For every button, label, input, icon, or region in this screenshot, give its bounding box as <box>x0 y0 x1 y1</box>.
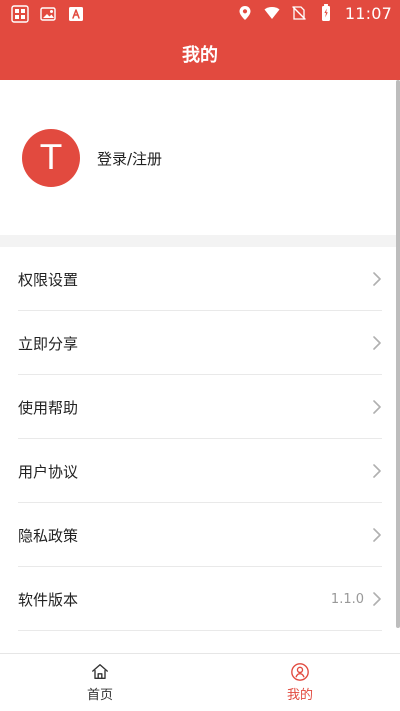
menu-item-label: 隐私政策 <box>18 526 79 545</box>
nav-mine-label: 我的 <box>286 688 313 703</box>
bottom-navigation: 首页 我的 <box>0 653 400 711</box>
nav-mine[interactable]: 我的 <box>200 654 400 711</box>
chevron-right-icon <box>372 527 382 543</box>
menu-item-actions <box>372 335 382 351</box>
version-number: 1.1.0 <box>330 591 364 607</box>
chevron-right-icon <box>372 335 382 351</box>
home-icon <box>90 662 110 682</box>
settings-menu-list: 权限设置 立即分享 使用帮助 用户协议 隐私政策 软件版本 1.1.0 <box>0 247 400 631</box>
avatar-letter: T <box>40 138 62 178</box>
menu-item-label: 权限设置 <box>18 270 79 289</box>
app-icon <box>10 4 30 24</box>
login-profile-card[interactable]: T 登录/注册 <box>0 80 400 235</box>
login-register-link[interactable]: 登录/注册 <box>97 148 162 169</box>
nav-home[interactable]: 首页 <box>0 654 200 711</box>
menu-item-user-agreement[interactable]: 用户协议 <box>0 439 400 503</box>
page-title: 我的 <box>182 45 218 66</box>
menu-item-actions <box>372 463 382 479</box>
status-bar-right: 11:07 <box>235 3 392 23</box>
avatar[interactable]: T <box>22 129 80 187</box>
menu-item-permission-settings[interactable]: 权限设置 <box>0 247 400 311</box>
menu-item-label: 立即分享 <box>18 334 79 353</box>
nav-home-label: 首页 <box>86 688 113 703</box>
chevron-right-icon <box>372 591 382 607</box>
top-header: 我的 <box>0 28 400 80</box>
menu-item-actions <box>372 399 382 415</box>
menu-item-label: 用户协议 <box>18 462 79 481</box>
chevron-right-icon <box>372 271 382 287</box>
chevron-right-icon <box>372 399 382 415</box>
section-separator <box>0 235 400 247</box>
menu-item-actions <box>372 271 382 287</box>
menu-item-label: 使用帮助 <box>18 398 79 417</box>
document-icon <box>66 4 86 24</box>
image-icon <box>38 4 58 24</box>
battery-charging-icon <box>316 3 336 23</box>
menu-item-label: 软件版本 <box>18 590 79 609</box>
no-sim-icon <box>289 3 309 23</box>
menu-item-help[interactable]: 使用帮助 <box>0 375 400 439</box>
profile-page-content: T 登录/注册 权限设置 立即分享 使用帮助 用户协议 隐私政策 软件版本 1.… <box>0 80 400 653</box>
menu-item-actions: 1.1.0 <box>331 591 382 607</box>
chevron-right-icon <box>372 463 382 479</box>
profile-icon <box>290 662 310 682</box>
menu-item-privacy-policy[interactable]: 隐私政策 <box>0 503 400 567</box>
status-bar: 11:07 <box>0 0 400 28</box>
wifi-icon <box>262 3 282 23</box>
location-icon <box>235 3 255 23</box>
menu-item-software-version[interactable]: 软件版本 1.1.0 <box>0 567 400 631</box>
app-screen: 11:07 我的 T 登录/注册 权限设置 立即分享 使用帮助 用户协议 隐私政… <box>0 0 400 711</box>
status-time: 11:07 <box>344 3 392 23</box>
status-bar-left <box>10 4 86 24</box>
menu-item-share-now[interactable]: 立即分享 <box>0 311 400 375</box>
vertical-scrollbar[interactable] <box>396 80 400 628</box>
menu-item-actions <box>372 527 382 543</box>
